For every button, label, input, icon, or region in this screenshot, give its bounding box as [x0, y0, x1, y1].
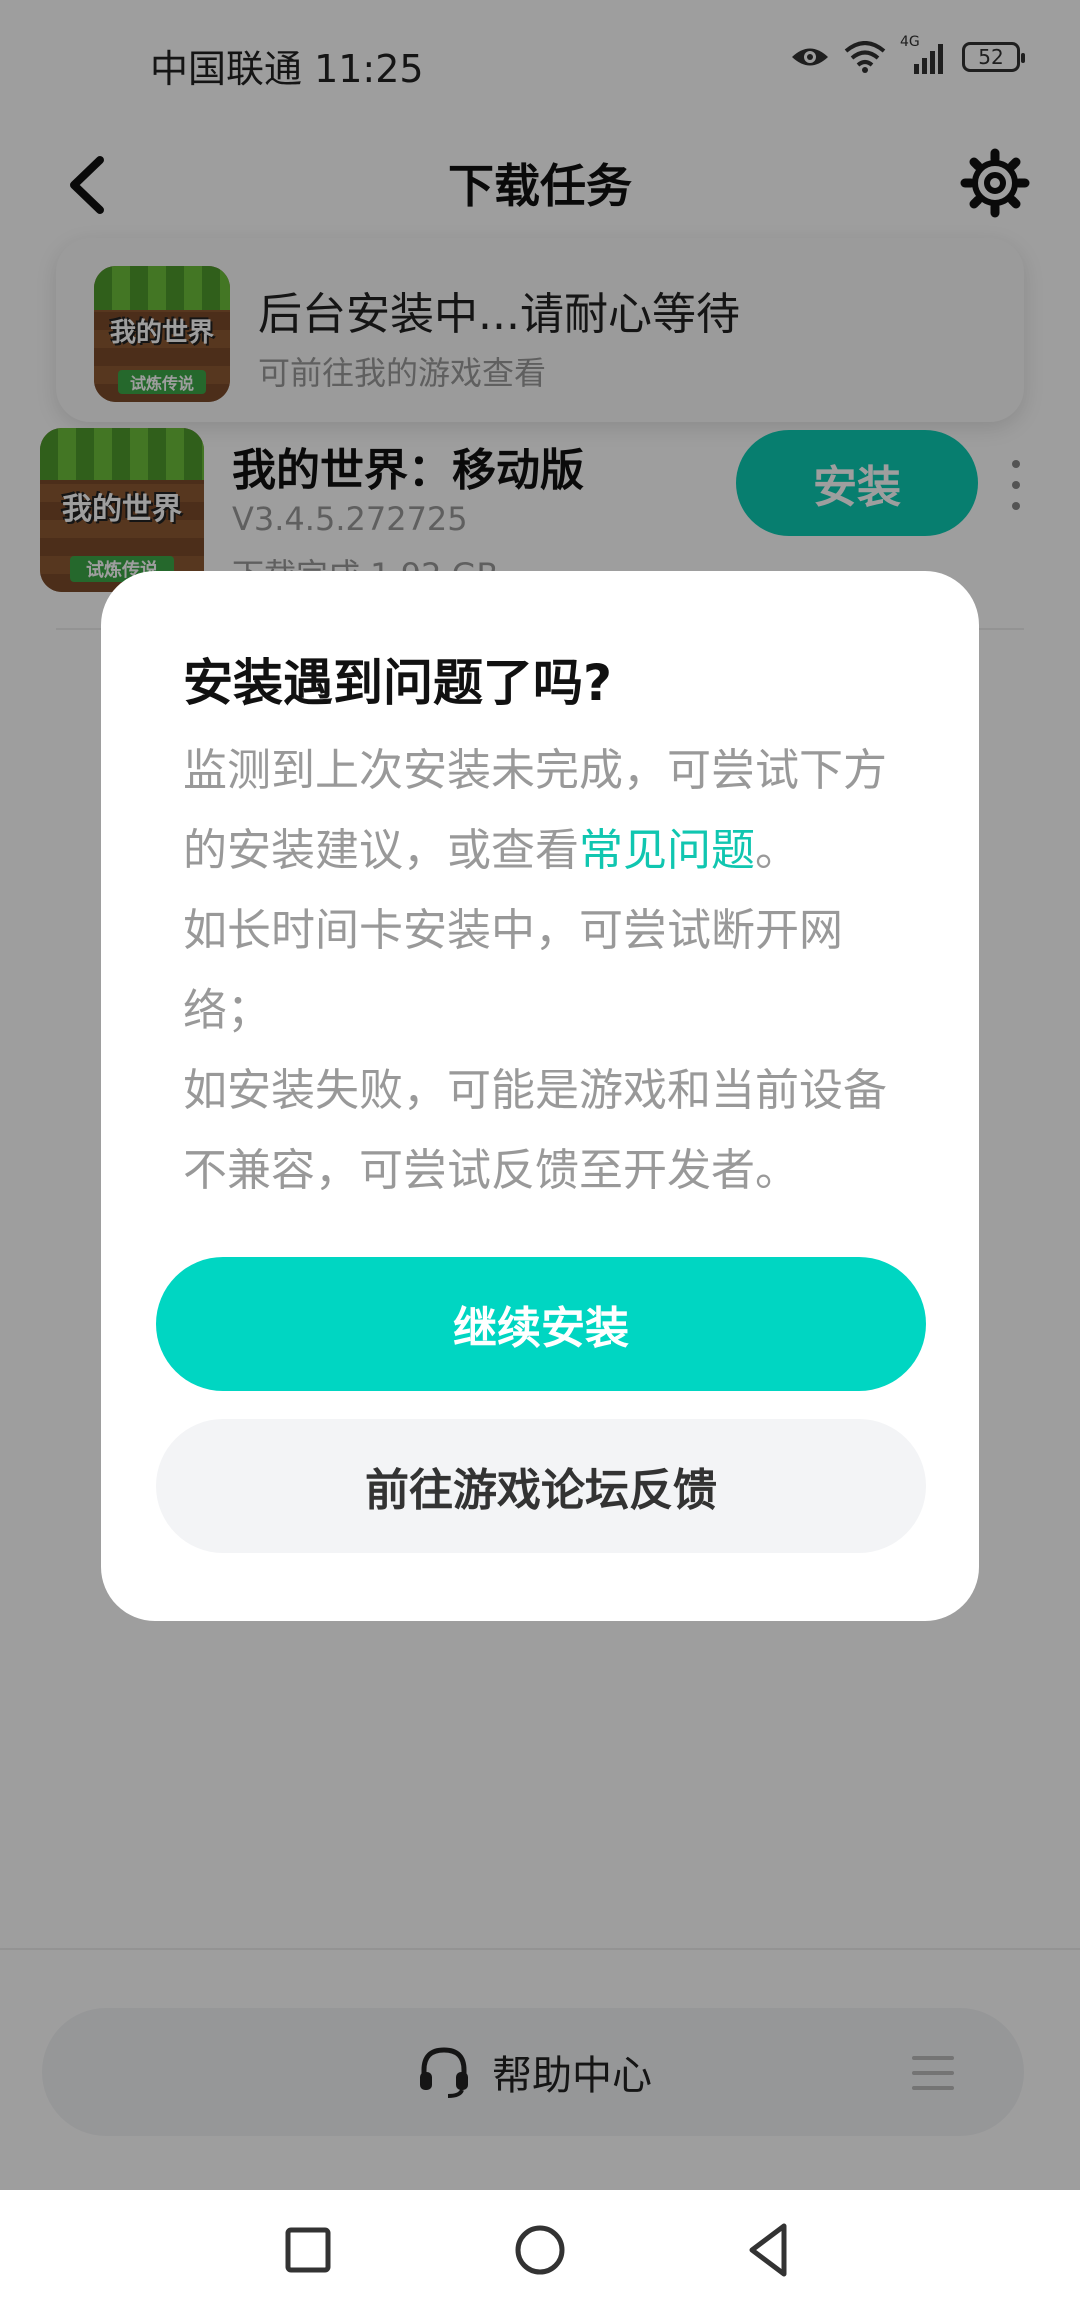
recent-apps-icon[interactable]: [270, 2212, 346, 2288]
install-problem-dialog: 安装遇到问题了吗? 监测到上次安装未完成，可尝试下方的安装建议，或查看常见问题。…: [101, 571, 979, 1621]
forum-feedback-button[interactable]: 前往游戏论坛反馈: [156, 1419, 926, 1553]
dialog-text-2: 。: [755, 825, 799, 876]
back-nav-icon[interactable]: [732, 2212, 808, 2288]
system-nav-bar: [0, 2190, 1080, 2310]
dialog-paragraph-2: 如长时间卡安装中，可尝试断开网络；: [183, 905, 843, 1036]
faq-link[interactable]: 常见问题: [579, 825, 755, 876]
continue-install-button[interactable]: 继续安装: [156, 1257, 926, 1391]
dialog-body: 监测到上次安装未完成，可尝试下方的安装建议，或查看常见问题。 如长时间卡安装中，…: [183, 731, 913, 1211]
dialog-title: 安装遇到问题了吗?: [183, 654, 613, 712]
dialog-paragraph-1: 监测到上次安装未完成，可尝试下方的安装建议，或查看常见问题。: [183, 731, 913, 891]
home-icon[interactable]: [502, 2212, 578, 2288]
dialog-paragraph-3: 如安装失败，可能是游戏和当前设备不兼容，可尝试反馈至开发者。: [183, 1065, 887, 1196]
app-screen: 中国联通 11:25 4G 52 下载任务 我的世界 试炼传说 后台安装中...…: [0, 0, 1080, 2310]
